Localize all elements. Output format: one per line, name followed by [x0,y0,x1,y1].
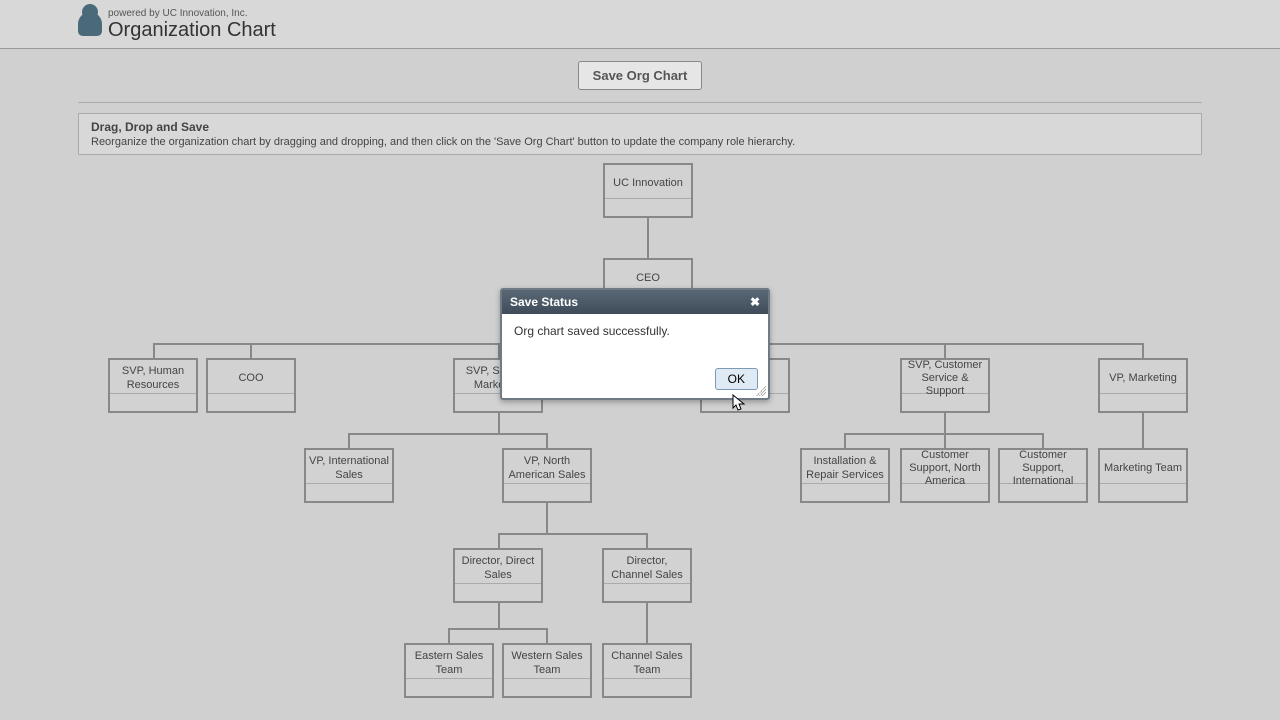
connector [250,343,252,358]
connector [153,343,155,358]
connector [546,628,548,643]
connector [498,533,648,535]
instruction-panel: Drag, Drop and Save Reorganize the organ… [78,113,1202,155]
node-cust-support-na[interactable]: Customer Support, North America [900,448,990,503]
node-vp-marketing[interactable]: VP, Marketing [1098,358,1188,413]
save-status-dialog: Save Status ✖ Org chart saved successful… [500,288,770,400]
dialog-close-icon[interactable]: ✖ [750,295,760,309]
connector [1042,433,1044,448]
connector [1142,413,1144,448]
node-install-repair[interactable]: Installation & Repair Services [800,448,890,503]
node-western-sales[interactable]: Western Sales Team [502,643,592,698]
connector [944,433,946,448]
node-vp-intl-sales[interactable]: VP, International Sales [304,448,394,503]
node-svp-hr[interactable]: SVP, Human Resources [108,358,198,413]
dialog-title: Save Status [510,295,578,309]
connector [647,218,649,258]
connector [498,603,500,628]
connector [944,413,946,433]
node-svp-customer-service[interactable]: SVP, Customer Service & Support [900,358,990,413]
node-channel-sales-team[interactable]: Channel Sales Team [602,643,692,698]
org-chart-canvas[interactable]: UC Innovation CEO SVP, Human Resources C… [78,163,1202,703]
connector [944,343,946,358]
connector [546,503,548,533]
connector [448,628,548,630]
connector [498,413,500,433]
powered-by-label: powered by UC Innovation, Inc. [108,8,1268,19]
page-header: powered by UC Innovation, Inc. Organizat… [0,0,1280,49]
connector [348,433,350,448]
node-uc-innovation[interactable]: UC Innovation [603,163,693,218]
node-vp-na-sales[interactable]: VP, North American Sales [502,448,592,503]
node-coo[interactable]: COO [206,358,296,413]
node-director-channel-sales[interactable]: Director, Channel Sales [602,548,692,603]
avatar-icon [78,12,102,36]
connector [348,433,548,435]
instruction-body: Reorganize the organization chart by dra… [91,136,795,148]
connector [646,533,648,548]
node-marketing-team[interactable]: Marketing Team [1098,448,1188,503]
connector [844,433,846,448]
instruction-title: Drag, Drop and Save [91,120,1189,134]
node-cust-support-intl[interactable]: Customer Support, International [998,448,1088,503]
toolbar: Save Org Chart [78,49,1202,103]
dialog-titlebar[interactable]: Save Status ✖ [502,290,768,314]
dialog-resize-handle[interactable] [756,386,766,396]
connector [448,628,450,643]
node-eastern-sales[interactable]: Eastern Sales Team [404,643,494,698]
dialog-ok-button[interactable]: OK [715,368,758,390]
connector [546,433,548,448]
connector [646,603,648,643]
dialog-message: Org chart saved successfully. [502,314,768,364]
save-org-chart-button[interactable]: Save Org Chart [578,61,703,90]
page-title: Organization Chart [108,19,1268,42]
node-director-direct-sales[interactable]: Director, Direct Sales [453,548,543,603]
connector [498,533,500,548]
connector [1142,343,1144,358]
